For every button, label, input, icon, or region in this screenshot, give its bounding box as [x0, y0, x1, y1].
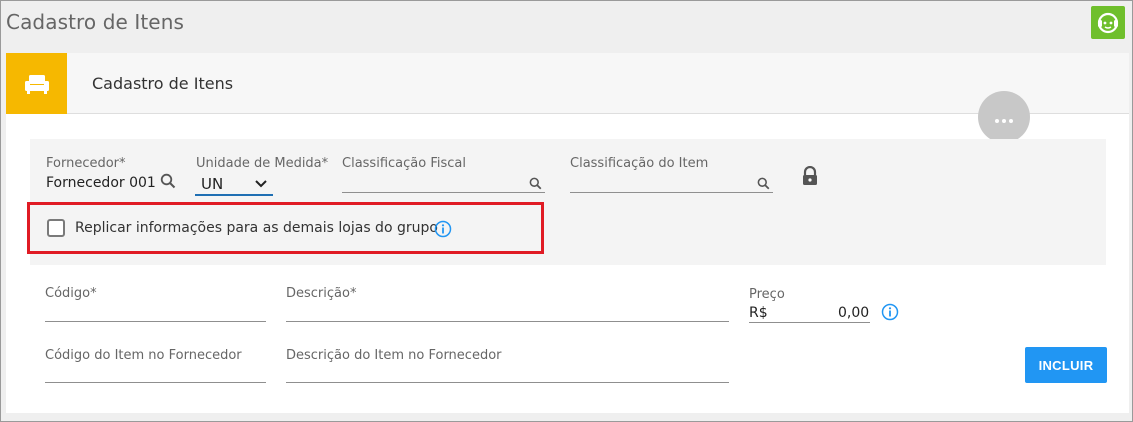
codigo-input[interactable] — [45, 303, 265, 323]
unidade-value: UN — [201, 175, 224, 193]
descricao-fornecedor-underline — [286, 382, 729, 383]
replicate-label: Replicar informações para as demais loja… — [75, 220, 438, 236]
item-registration-card: Cadastro de Itens Fornecedor* Fornecedor… — [6, 53, 1129, 413]
codigo-fornecedor-input[interactable] — [45, 365, 265, 383]
support-chat-icon — [1097, 12, 1119, 33]
preco-value[interactable]: 0,00 — [838, 305, 869, 321]
include-button[interactable]: INCLUIR — [1025, 347, 1107, 383]
fornecedor-label: Fornecedor* — [46, 156, 126, 171]
more-horizontal-icon — [994, 108, 1015, 127]
classificacao-item-underline — [570, 192, 773, 193]
card-header: Cadastro de Itens — [6, 53, 1129, 114]
classificacao-item-search-icon[interactable] — [757, 177, 770, 190]
info-icon[interactable] — [434, 220, 452, 238]
replicate-checkbox[interactable] — [47, 219, 65, 237]
card-title: Cadastro de Itens — [92, 74, 234, 93]
codigo-fornecedor-label: Código do Item no Fornecedor — [45, 348, 242, 363]
fornecedor-value[interactable]: Fornecedor 001 — [46, 175, 156, 191]
lock-icon[interactable] — [801, 166, 819, 186]
classificacao-item-input[interactable] — [570, 173, 772, 193]
card-header-icon-box — [6, 53, 67, 114]
classificacao-fiscal-search-icon[interactable] — [529, 177, 542, 190]
app-frame: Cadastro de Itens Cadastro de Itens Forn… — [0, 0, 1133, 422]
classificacao-fiscal-input[interactable] — [342, 173, 544, 193]
descricao-fornecedor-label: Descrição do Item no Fornecedor — [286, 348, 502, 363]
classificacao-item-label: Classificação do Item — [570, 156, 709, 171]
preco-info-icon[interactable] — [881, 303, 899, 321]
codigo-underline — [45, 321, 266, 322]
preco-label: Preço — [749, 287, 785, 302]
codigo-fornecedor-underline — [45, 382, 266, 383]
more-options-button[interactable] — [978, 91, 1030, 143]
sofa-icon — [24, 74, 49, 94]
descricao-underline — [286, 321, 729, 322]
descricao-fornecedor-input[interactable] — [286, 365, 728, 383]
replicate-highlight: Replicar informações para as demais loja… — [27, 202, 544, 254]
unidade-label: Unidade de Medida* — [196, 156, 329, 171]
descricao-label: Descrição* — [286, 286, 357, 301]
descricao-input[interactable] — [286, 303, 728, 323]
classificacao-fiscal-label: Classificação Fiscal — [342, 156, 466, 171]
fornecedor-search-icon[interactable] — [160, 173, 176, 189]
support-chat-button[interactable] — [1091, 6, 1125, 39]
classificacao-fiscal-underline — [342, 192, 545, 193]
preco-currency: R$ — [749, 305, 768, 321]
chevron-down-icon — [255, 180, 267, 188]
unidade-select[interactable]: UN — [195, 173, 273, 196]
codigo-label: Código* — [45, 286, 97, 301]
preco-underline — [749, 322, 870, 323]
page-title: Cadastro de Itens — [6, 10, 185, 34]
